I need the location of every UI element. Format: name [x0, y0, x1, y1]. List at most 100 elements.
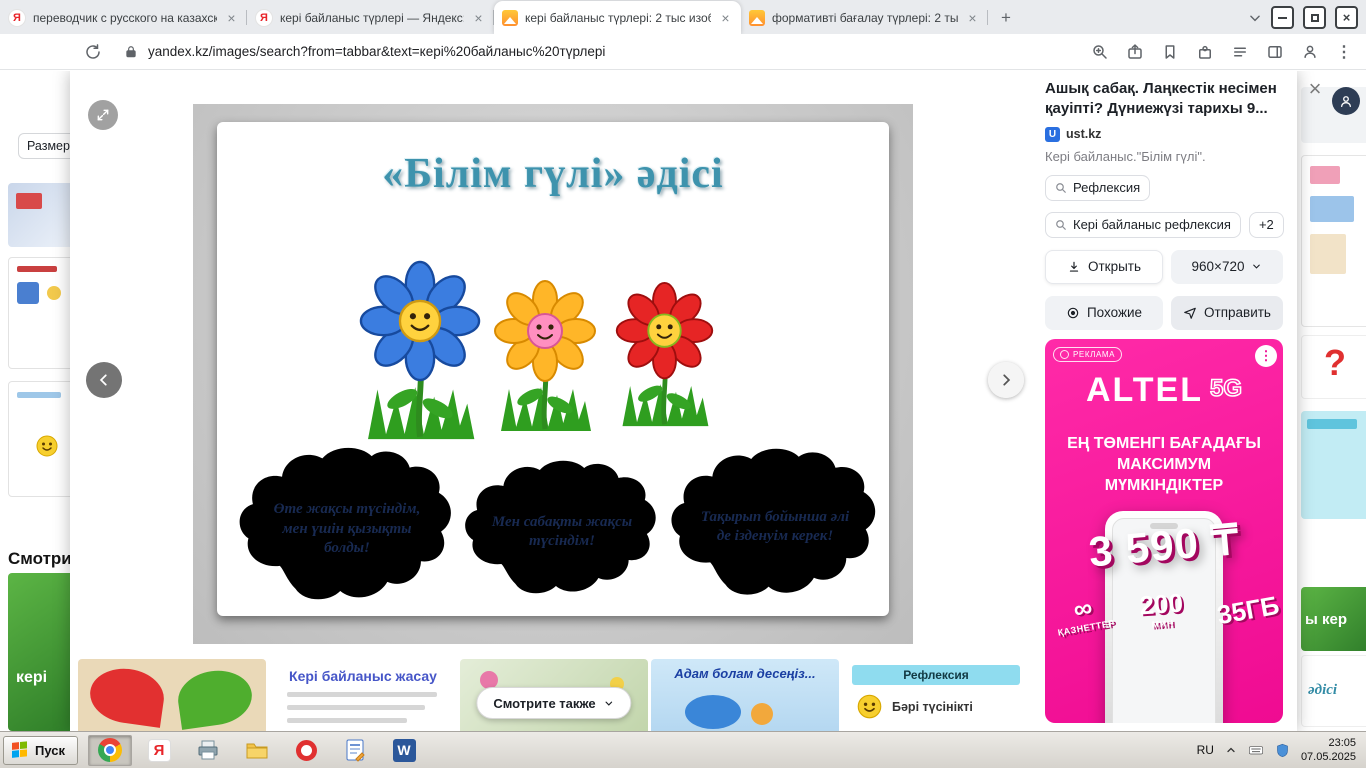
browser-menu-icon[interactable]: ⋮	[1336, 42, 1352, 62]
bookmark-icon[interactable]	[1161, 43, 1179, 61]
ad-badge-minutes: 200МИН	[1139, 590, 1185, 631]
opera-icon	[296, 740, 317, 761]
keyboard-icon[interactable]	[1248, 742, 1264, 758]
thumbnail-caption: ы кер	[1305, 611, 1347, 628]
previous-image-button[interactable]	[86, 362, 122, 398]
similar-images-button[interactable]: Похожие	[1045, 296, 1163, 330]
result-thumbnail[interactable]: ?	[1301, 335, 1366, 399]
zoom-icon[interactable]	[1091, 43, 1109, 61]
tray-expand-icon[interactable]	[1225, 744, 1237, 756]
taskbar-wordpad-button[interactable]	[333, 735, 377, 766]
image-title-link[interactable]: Ашық сабақ. Лаңкестік несімен қауіпті? Д…	[1045, 79, 1283, 120]
extensions-icon[interactable]	[1196, 43, 1214, 61]
taskbar-printer-button[interactable]	[186, 735, 230, 766]
question-mark-text: ?	[1324, 342, 1346, 384]
sidebar-icon[interactable]	[1266, 43, 1284, 61]
tab-close-icon[interactable]: ×	[224, 10, 239, 26]
yandex-favicon: Я	[8, 9, 26, 27]
orange-flower-illustration	[490, 276, 600, 436]
reload-icon[interactable]	[84, 43, 102, 61]
download-icon	[1067, 260, 1081, 274]
tab-images-2[interactable]: формативті бағалау түрлері: 2 ты ×	[741, 1, 988, 34]
see-also-button[interactable]: Смотрите также	[476, 687, 631, 719]
source-host-link[interactable]: ust.kz	[1066, 127, 1101, 141]
related-thumbnail-reflection[interactable]: Рефлексия Бәрі түсінікті	[842, 659, 1030, 731]
red-flower-illustration	[612, 278, 717, 431]
taskbar-chrome-button[interactable]	[88, 735, 132, 766]
tab-search[interactable]: Я кері байланыс түрлері — Яндекс: н ×	[247, 1, 494, 34]
taskbar-yandex-button[interactable]: Я	[137, 735, 181, 766]
chevron-down-icon	[604, 698, 615, 709]
more-tags-chip[interactable]: +2	[1249, 212, 1284, 238]
start-button[interactable]: Пуск	[3, 736, 78, 765]
lock-icon[interactable]	[124, 45, 138, 59]
similar-label: Похожие	[1087, 305, 1142, 320]
minimize-button[interactable]	[1271, 6, 1294, 29]
word-icon: W	[393, 739, 416, 762]
open-image-button[interactable]: Открыть	[1045, 250, 1163, 284]
viewed-image[interactable]: «Білім гүлі» әдісі Өте жақсы түсіндім, м…	[193, 104, 913, 644]
user-avatar[interactable]	[1332, 87, 1360, 115]
language-indicator[interactable]: RU	[1197, 743, 1214, 757]
size-filter-button[interactable]: Размер	[18, 133, 70, 159]
serp-page: Размер Смотрит кері ? ы кер әдісі	[0, 71, 1366, 731]
altel-ad-banner[interactable]: РЕКЛАМА ⋮ ALTEL5G ЕҢ ТӨМЕНГІ БАҒАДАҒЫМАК…	[1045, 339, 1283, 723]
tab-translator[interactable]: Я переводчик с русского на казахски ×	[0, 1, 247, 34]
restore-button[interactable]	[1303, 6, 1326, 29]
share-icon[interactable]	[1126, 43, 1144, 61]
tab-close-icon[interactable]: ×	[471, 10, 486, 26]
yandex-favicon: Я	[255, 9, 273, 27]
result-thumbnail[interactable]	[8, 183, 70, 247]
url-text[interactable]: yandex.kz/images/search?from=tabbar&text…	[148, 44, 605, 59]
related-thumbnail-petals[interactable]	[78, 659, 266, 731]
blue-flower-illustration	[355, 256, 485, 445]
profile-icon[interactable]	[1301, 43, 1319, 61]
result-thumbnail[interactable]	[1301, 411, 1366, 519]
tab-title: кері байланыс түрлері — Яндекс: н	[280, 11, 464, 25]
result-thumbnail[interactable]	[8, 257, 70, 369]
tag-chip-reflexia[interactable]: Рефлексия	[1045, 175, 1150, 201]
result-thumbnail[interactable]: ы кер	[1301, 587, 1366, 651]
fullscreen-expand-button[interactable]	[88, 100, 118, 130]
window-close-button[interactable]: ×	[1335, 6, 1358, 29]
cloud-text: Мен сабақты жақсы түсіндім!	[485, 488, 639, 576]
next-image-button[interactable]	[988, 362, 1024, 398]
tab-images-active[interactable]: кері байланыс түрлері: 2 тыс изоб ×	[494, 1, 741, 34]
result-thumbnail[interactable]: әдісі	[1301, 655, 1366, 727]
tag-label: Кері байланыс рефлексия	[1073, 217, 1231, 232]
taskbar-word-button[interactable]: W	[382, 735, 426, 766]
image-info-panel: Ашық сабақ. Лаңкестік несімен қауіпті? Д…	[1045, 79, 1283, 330]
related-thumbnail-poster[interactable]: Адам болам десеңіз...	[651, 659, 839, 731]
tag-chip-keri-bailanys[interactable]: Кері байланыс рефлексия	[1045, 212, 1241, 238]
viewer-close-icon[interactable]: ×	[1303, 77, 1327, 101]
resolution-select-button[interactable]: 960×720	[1171, 250, 1283, 284]
windows-logo-icon	[12, 741, 29, 760]
tab-title: формативті бағалау түрлері: 2 ты	[772, 11, 958, 25]
ad-badge-gigabytes: 35ГБ	[1215, 592, 1281, 628]
send-button[interactable]: Отправить	[1171, 296, 1283, 330]
see-also-label: Смотрите также	[493, 696, 595, 711]
taskbar-explorer-button[interactable]	[235, 735, 279, 766]
related-images-strip: Кері байланыс жасау Смотрите также Адам …	[78, 659, 1033, 731]
taskbar-opera-button[interactable]	[284, 735, 328, 766]
collections-icon[interactable]	[1231, 43, 1249, 61]
printer-icon	[196, 738, 220, 762]
tab-close-icon[interactable]: ×	[718, 10, 733, 26]
cloud-text: Тақырып бойынша әлі де ізденуім керек!	[693, 479, 857, 576]
feedback-cloud-orange: Мен сабақты жақсы түсіндім!	[461, 460, 663, 600]
right-results-rail: ? ы кер әдісі	[1297, 71, 1366, 731]
ad-menu-icon[interactable]: ⋮	[1255, 345, 1277, 367]
image-description: Кері байланыс."Білім гүлі".	[1045, 149, 1283, 164]
shield-icon[interactable]	[1275, 743, 1290, 758]
new-tab-button[interactable]: +	[994, 6, 1018, 30]
tab-close-icon[interactable]: ×	[965, 10, 980, 26]
result-thumbnail[interactable]: кері	[8, 573, 70, 731]
related-thumbnail-flowers[interactable]: Смотрите также	[460, 659, 648, 731]
image-viewer-modal: «Білім гүлі» әдісі Өте жақсы түсіндім, м…	[70, 71, 1297, 731]
tab-search-chevron-icon[interactable]	[1248, 11, 1262, 25]
related-thumbnail-text-slide[interactable]: Кері байланыс жасау	[269, 659, 457, 731]
taskbar-clock[interactable]: 23:05 07.05.2025	[1301, 736, 1356, 765]
result-thumbnail[interactable]	[1301, 155, 1366, 327]
result-thumbnail[interactable]	[8, 381, 70, 497]
left-results-rail: Размер Смотрит кері	[0, 71, 70, 731]
